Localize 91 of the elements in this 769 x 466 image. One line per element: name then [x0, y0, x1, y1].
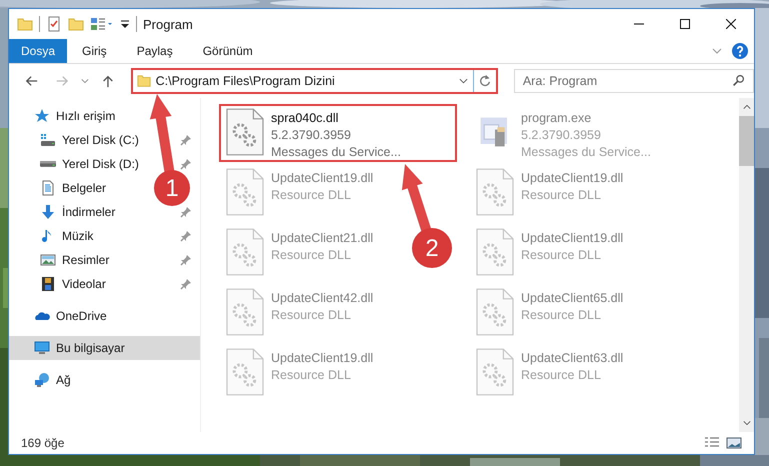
star-icon [34, 108, 50, 124]
nav-item[interactable]: Müzik [9, 224, 200, 248]
file-version: 5.2.3790.3959 [521, 127, 602, 144]
scroll-down-icon[interactable] [742, 420, 750, 426]
pin-icon[interactable] [180, 278, 192, 290]
ribbon-tab[interactable]: Giriş [67, 39, 122, 63]
pin-icon[interactable] [180, 134, 192, 146]
folder-icon [136, 73, 151, 89]
pin-icon[interactable] [180, 254, 192, 266]
dll-file-icon [225, 348, 265, 396]
file-name: UpdateClient19.dll [271, 170, 374, 187]
nav-item[interactable]: Yerel Disk (C:) [9, 128, 200, 152]
file-item[interactable]: UpdateClient42.dll Resource DLL [219, 284, 382, 342]
dll-file-icon [225, 228, 265, 276]
file-name: UpdateClient65.dll [521, 290, 624, 307]
refresh-icon [478, 74, 492, 88]
file-version: Resource DLL [271, 187, 352, 204]
file-version: Resource DLL [521, 187, 602, 204]
dll-file-icon [475, 288, 515, 336]
file-item[interactable]: program.exe 5.2.3790.3959 Messages du Service... [469, 104, 659, 162]
nav-item[interactable]: OneDrive [9, 304, 115, 328]
file-name: UpdateClient19.dll [521, 230, 624, 247]
file-description: Messages du Service... [521, 144, 651, 161]
close-icon [726, 19, 736, 29]
scroll-up-icon[interactable] [742, 104, 750, 110]
dll-file-icon [225, 168, 265, 216]
file-item[interactable]: UpdateClient19.dll Resource DLL [469, 164, 632, 222]
pin-icon[interactable] [180, 158, 192, 170]
properties-check-icon[interactable] [46, 16, 62, 32]
pin-icon[interactable] [180, 206, 192, 218]
search-field[interactable]: Ara: Program [514, 69, 754, 93]
picture-icon [40, 252, 56, 268]
nav-item[interactable]: Hızlı erişim [9, 104, 124, 128]
file-name: program.exe [521, 110, 592, 127]
document-icon [40, 180, 56, 196]
dll-file-icon [475, 348, 515, 396]
scrollbar[interactable] [739, 98, 754, 432]
step-badge: 2 [412, 228, 452, 268]
view-list-icon[interactable] [90, 16, 114, 32]
dll-file-icon [225, 108, 265, 156]
computer-icon [34, 340, 50, 356]
nav-item[interactable]: Ağ [9, 368, 79, 392]
file-item[interactable]: UpdateClient65.dll Resource DLL [469, 284, 632, 342]
pin-icon[interactable] [180, 230, 192, 242]
file-version: 5.2.3790.3959 [271, 127, 352, 144]
file-item[interactable]: UpdateClient19.dll Resource DLL [219, 344, 382, 402]
file-description: Messages du Service... [271, 144, 401, 161]
drive-icon [40, 132, 56, 148]
file-name: UpdateClient21.dll [271, 230, 374, 247]
file-item[interactable]: UpdateClient19.dll Resource DLL [219, 164, 382, 222]
ribbon-tab[interactable]: Dosya [9, 39, 68, 63]
file-item[interactable]: UpdateClient19.dll Resource DLL [469, 224, 632, 282]
file-version: Resource DLL [521, 367, 602, 384]
maximize-icon [680, 19, 690, 29]
ribbon-tab[interactable]: Paylaş [122, 39, 188, 63]
search-icon [732, 74, 745, 87]
download-icon [40, 204, 56, 220]
nav-item[interactable]: Bu bilgisayar [9, 336, 200, 360]
dropdown-caret-icon[interactable] [458, 78, 468, 84]
ribbon-tab[interactable]: Görünüm [188, 39, 268, 63]
nav-item[interactable]: Belgeler [9, 176, 114, 200]
file-version: Resource DLL [521, 307, 602, 324]
window-title: Program [143, 16, 193, 32]
file-item[interactable]: UpdateClient63.dll Resource DLL [469, 344, 632, 402]
address-field[interactable]: C:\Program Files\Program Dizini [132, 70, 474, 92]
file-version: Resource DLL [521, 247, 602, 264]
file-name: UpdateClient42.dll [271, 290, 374, 307]
network-icon [34, 372, 50, 388]
nav-item[interactable]: Videolar [9, 272, 200, 296]
film-icon [40, 276, 56, 292]
item-count: 169 öğe [21, 436, 64, 450]
step-badge: 1 [154, 170, 190, 206]
expand-ribbon-icon[interactable] [712, 48, 722, 54]
scroll-thumb[interactable] [739, 116, 754, 166]
dll-file-icon [225, 288, 265, 336]
file-version: Resource DLL [271, 367, 352, 384]
file-item[interactable]: UpdateClient21.dll Resource DLL [219, 224, 382, 282]
nav-item[interactable]: Resimler [9, 248, 200, 272]
customize-caret-icon[interactable] [120, 19, 130, 29]
file-version: Resource DLL [271, 247, 352, 264]
dll-file-icon [475, 168, 515, 216]
file-name: UpdateClient19.dll [521, 170, 624, 187]
dll-file-icon [475, 228, 515, 276]
file-name: UpdateClient19.dll [271, 350, 374, 367]
file-item[interactable]: spra040c.dll 5.2.3790.3959 Messages du Service... [219, 104, 457, 162]
drive-icon [40, 160, 56, 168]
help-icon[interactable] [732, 43, 748, 59]
file-name: UpdateClient63.dll [521, 350, 624, 367]
file-version: Resource DLL [271, 307, 352, 324]
large-icons-view-icon[interactable] [726, 436, 742, 450]
file-name: spra040c.dll [271, 110, 340, 127]
